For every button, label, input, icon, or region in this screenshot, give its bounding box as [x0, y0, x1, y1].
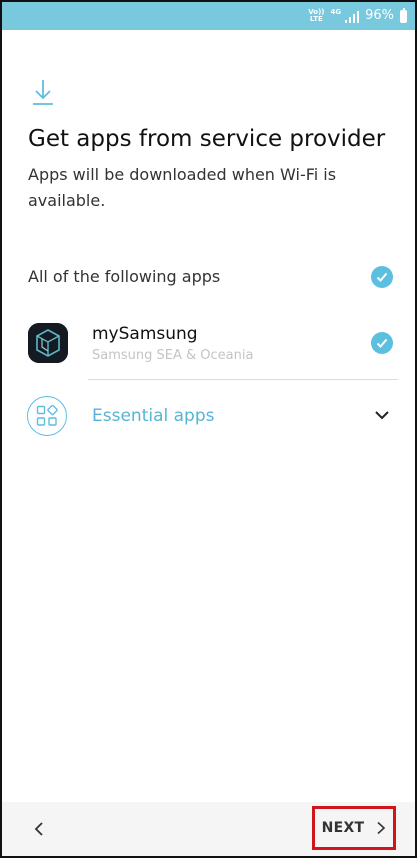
app-name: mySamsung: [92, 324, 198, 344]
status-bar: Vo)) LTE 4G 96%: [2, 2, 415, 30]
status-icons: Vo)) LTE 4G 96%: [308, 7, 407, 25]
volte-indicator: Vo)) LTE: [308, 8, 325, 23]
network-type: 4G: [330, 8, 342, 16]
all-apps-label: All of the following apps: [28, 267, 221, 286]
bottom-nav-bar: NEXT: [2, 802, 415, 856]
chevron-down-icon[interactable]: [374, 409, 390, 421]
apps-grid-icon: [27, 396, 67, 436]
divider: [88, 379, 398, 380]
app-provider: Samsung SEA & Oceania: [92, 348, 254, 363]
page-title: Get apps from service provider: [28, 126, 386, 152]
check-icon: [376, 338, 388, 348]
select-all-checkbox[interactable]: [371, 266, 393, 288]
battery-percentage: 96%: [365, 8, 394, 23]
back-button[interactable]: [26, 816, 52, 842]
battery-icon: [400, 7, 407, 23]
download-icon: [33, 80, 53, 105]
phone-screen: Vo)) LTE 4G 96% Get apps from service pr…: [0, 0, 417, 858]
chevron-right-icon: [377, 821, 386, 835]
app-checkbox[interactable]: [371, 332, 393, 354]
chevron-left-icon: [34, 822, 43, 836]
mysamsung-app-icon: [28, 323, 68, 363]
page-subtitle: Apps will be downloaded when Wi-Fi is av…: [28, 165, 337, 210]
essential-apps-toggle[interactable]: Essential apps: [92, 405, 214, 427]
next-label: NEXT: [321, 820, 365, 836]
check-icon: [376, 272, 388, 282]
next-button[interactable]: NEXT: [312, 806, 396, 850]
signal-icon: 4G: [330, 8, 360, 23]
